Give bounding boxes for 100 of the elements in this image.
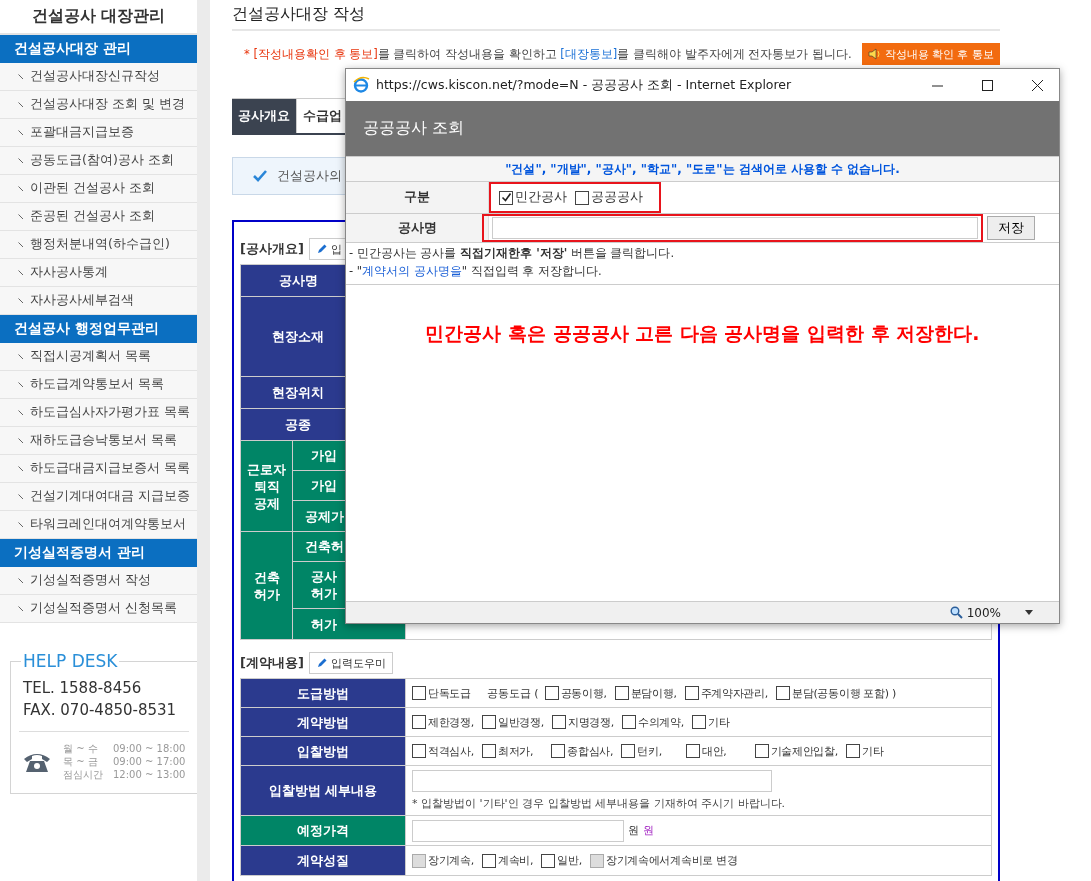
- checkbox[interactable]: [412, 744, 426, 758]
- checkbox[interactable]: [692, 715, 706, 729]
- unit-text: 원: [628, 823, 639, 838]
- sidebar-item[interactable]: 이관된 건설공사 조회: [0, 175, 197, 203]
- sidebar-item[interactable]: 포괄대금지급보증: [0, 119, 197, 147]
- checkbox[interactable]: [499, 190, 513, 205]
- checkbox-label: 일반경쟁,: [498, 714, 544, 730]
- bullet-icon: [18, 381, 24, 388]
- save-button[interactable]: 저장: [987, 216, 1035, 240]
- bullet-icon: [18, 185, 24, 192]
- checkbox-label: 민간공사: [515, 189, 567, 206]
- checkbox-label: 제한경쟁,: [428, 714, 474, 730]
- checkbox[interactable]: [685, 744, 700, 758]
- zoom-button[interactable]: 100%: [943, 604, 1039, 621]
- sidebar-item[interactable]: 행정처분내역(하수급인): [0, 231, 197, 259]
- checkbox-label: 수의계약,: [638, 714, 684, 730]
- checkbox[interactable]: [541, 853, 556, 868]
- checkbox[interactable]: [575, 190, 589, 205]
- checkbox-label: 턴키,: [637, 743, 662, 759]
- sidebar-item[interactable]: 건설공사대장 조회 및 변경: [0, 91, 197, 119]
- unit-note: 원: [643, 823, 654, 838]
- bullet-icon: [18, 297, 24, 304]
- tab[interactable]: 공사개요: [232, 98, 297, 133]
- hours-days: 목 ~ 금: [63, 755, 103, 768]
- bullet-icon: [18, 157, 24, 164]
- checkbox[interactable]: [482, 853, 496, 868]
- sidebar-item[interactable]: 자사공사세부검색: [0, 287, 197, 315]
- sidebar-item[interactable]: 준공된 건설공사 조회: [0, 203, 197, 231]
- checkbox[interactable]: [622, 715, 636, 729]
- checkbox[interactable]: [684, 686, 699, 700]
- note-text: - 민간공사는 공사를 직접기재한후 '저장' 버튼을 클릭합니다.: [349, 246, 676, 261]
- checkbox[interactable]: [845, 744, 860, 758]
- input-field[interactable]: [412, 769, 772, 792]
- checkbox-label: 단독도급: [428, 685, 471, 701]
- sidebar-section-header: 건설공사 행정업무관리: [0, 315, 197, 343]
- checkbox[interactable]: [482, 744, 496, 758]
- checkbox[interactable]: [614, 686, 629, 700]
- bullet-icon: [18, 437, 24, 444]
- bullet-icon: [18, 493, 24, 500]
- sidebar-item[interactable]: 건설공사대장신규작성: [0, 63, 197, 91]
- checkbox-label: 기술제안입찰,: [770, 743, 838, 759]
- checkbox[interactable]: [412, 686, 426, 700]
- bullet-icon: [18, 101, 24, 108]
- checkbox-label: 분담(공동이행 포함) ): [792, 685, 896, 701]
- row-header: 계약성질: [241, 846, 406, 875]
- check-icon: [253, 170, 267, 182]
- field-label: 구분: [346, 182, 489, 213]
- bullet-icon: [18, 213, 24, 220]
- window-title: https://cws.kiscon.net/?mode=N - 공공공사 조회 - Internet Explorer: [376, 76, 793, 94]
- sidebar-item[interactable]: 하도급계약통보서 목록: [0, 371, 197, 399]
- sidebar-item[interactable]: 공동도급(참여)공사 조회: [0, 147, 197, 175]
- checkbox[interactable]: [551, 744, 566, 758]
- name-input[interactable]: [492, 217, 978, 239]
- checkbox[interactable]: [754, 744, 769, 758]
- popup-header: 공공공사 조회: [346, 101, 1059, 156]
- checkbox[interactable]: [544, 686, 559, 700]
- input-helper-button[interactable]: 입력도우미: [308, 652, 393, 674]
- notice-text: * [작성내용확인 후 통보]를 클릭하여 작성내용을 확인하고 [대장통보]를 클릭해야 발주자에게 전자통보가 됩니다.: [244, 46, 853, 62]
- hours-days: 점심시간: [63, 768, 103, 781]
- checkbox-label: 공공공사: [591, 189, 643, 206]
- checkbox-label: 장기계속에서계속비로 변경: [605, 853, 738, 868]
- hours-time: 09:00 ~ 18:00: [113, 742, 186, 755]
- section-label: [계약내용]: [240, 654, 304, 672]
- row-header: 건축 허가: [241, 532, 293, 639]
- sidebar-item[interactable]: 직접시공계획서 목록: [0, 343, 197, 371]
- checkbox[interactable]: [776, 686, 790, 700]
- checkbox[interactable]: [621, 744, 636, 758]
- sidebar-item[interactable]: 타워크레인대여계약통보서: [0, 511, 197, 539]
- pencil-icon: [315, 243, 328, 255]
- bullet-icon: [18, 269, 24, 276]
- input-field[interactable]: [412, 819, 624, 842]
- bullet-icon: [18, 521, 24, 528]
- bullet-icon: [18, 353, 24, 360]
- row-header: 근로자 퇴직 공제: [241, 441, 293, 531]
- checkbox-label: 장기계속,: [428, 853, 474, 868]
- bullet-icon: [18, 409, 24, 416]
- checkbox[interactable]: [412, 715, 426, 729]
- sidebar-item[interactable]: 하도급대금지급보증서 목록: [0, 455, 197, 483]
- sidebar-item[interactable]: 자사공사통계: [0, 259, 197, 287]
- zoom-icon: [949, 606, 963, 619]
- sidebar-item[interactable]: 건설기계대여대금 지급보증: [0, 483, 197, 511]
- sidebar-item[interactable]: 하도급심사자가평가표 목록: [0, 399, 197, 427]
- speaker-icon: [867, 48, 882, 60]
- section-label: [공사개요]: [240, 240, 304, 258]
- checkbox-label: 주계약자관리,: [700, 685, 768, 701]
- bullet-icon: [18, 129, 24, 136]
- checkbox-label: 분담이행,: [630, 685, 677, 701]
- row-header: 계약방법: [241, 708, 406, 736]
- sidebar-item[interactable]: 기성실적증명서 작성: [0, 567, 197, 595]
- checkbox[interactable]: [552, 715, 566, 729]
- sidebar-item[interactable]: 재하도급승낙통보서 목록: [0, 427, 197, 455]
- close-icon: [1031, 79, 1043, 91]
- checkbox-label: 최저가,: [498, 743, 534, 759]
- checkbox[interactable]: [482, 715, 496, 729]
- pencil-icon: [315, 657, 328, 669]
- sidebar-item[interactable]: 기성실적증명서 신청목록: [0, 595, 197, 623]
- checkbox-label: 공동이행,: [560, 685, 607, 701]
- warning-text: "건설", "개발", "공사", "학교", "도로"는 검색어로 사용할 수 없습니다.: [346, 157, 1059, 182]
- bullet-icon: [18, 605, 24, 612]
- checkbox-label: 지명경쟁,: [568, 714, 614, 730]
